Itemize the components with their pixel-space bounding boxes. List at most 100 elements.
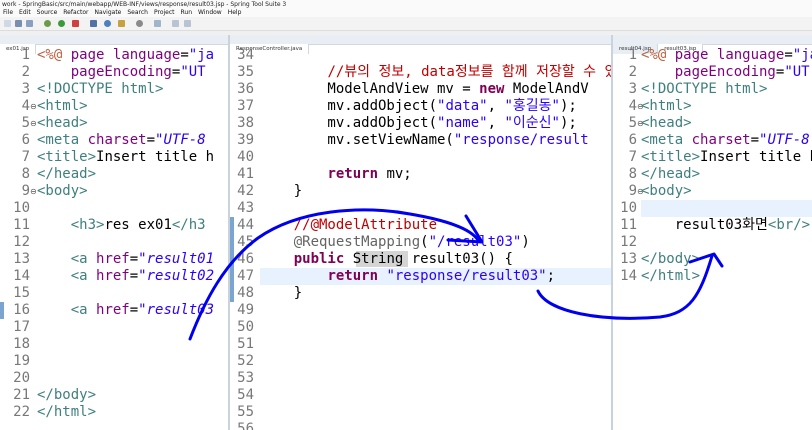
code-line[interactable]: mv.addObject("name", "이순신"); xyxy=(260,115,576,132)
code-line[interactable]: </body> xyxy=(641,251,700,268)
code-line[interactable]: result03화면<br/> xyxy=(641,217,810,234)
line-number: 39 xyxy=(237,132,254,148)
line-number: 44 xyxy=(237,217,254,233)
line-number: 51 xyxy=(237,336,254,352)
menu-item-source[interactable]: Source xyxy=(37,9,58,16)
next-annotation-icon[interactable] xyxy=(154,20,161,27)
window-title: work - SpringBasic/src/main/webapp/WEB-I… xyxy=(0,0,812,9)
save-all-icon[interactable] xyxy=(26,20,33,27)
line-number: 35 xyxy=(237,64,254,80)
code-line[interactable]: <%@ page language="ja xyxy=(37,47,214,64)
code-line[interactable]: <a href="result02 xyxy=(37,268,214,285)
line-number: 6 xyxy=(628,132,637,148)
line-number: 56 xyxy=(237,421,254,430)
menu-item-edit[interactable]: Edit xyxy=(19,9,31,16)
code-line[interactable]: </html> xyxy=(37,404,96,421)
code-editor[interactable]: 1<%@ page language="ja2 pageEncoding="UT… xyxy=(0,47,228,430)
code-line[interactable]: //@ModelAttribute xyxy=(260,217,437,234)
external-tools-icon[interactable] xyxy=(72,20,79,27)
line-number: 7 xyxy=(21,149,30,165)
server-icon[interactable] xyxy=(90,20,97,27)
debug-icon[interactable] xyxy=(44,20,51,27)
menu-item-project[interactable]: Project xyxy=(154,9,175,16)
code-line[interactable]: pageEncoding="UT xyxy=(37,64,206,81)
fold-icon[interactable]: ⊖ xyxy=(30,115,37,132)
line-number: 20 xyxy=(13,370,30,386)
line-number: 49 xyxy=(237,302,254,318)
menu-item-window[interactable]: Window xyxy=(198,9,222,16)
menu-item-search[interactable]: Search xyxy=(127,9,148,16)
menu-item-navigate[interactable]: Navigate xyxy=(94,9,121,16)
code-line[interactable]: pageEncoding="UT xyxy=(641,64,810,81)
code-line[interactable]: <body> xyxy=(641,183,692,200)
code-line[interactable]: </body> xyxy=(37,387,96,404)
line-number: 16 xyxy=(13,302,30,318)
line-number: 12 xyxy=(620,234,637,250)
fold-icon[interactable]: ⊖ xyxy=(30,183,37,200)
code-line[interactable]: <html> xyxy=(37,98,88,115)
code-line[interactable]: <title>Insert title h xyxy=(37,149,214,166)
code-line[interactable]: <meta charset="UTF-8 xyxy=(641,132,810,149)
new-icon[interactable] xyxy=(4,20,11,27)
line-number: 9 xyxy=(21,183,30,199)
line-number: 4 xyxy=(628,98,637,114)
code-line[interactable]: </head> xyxy=(641,166,700,183)
toolbar xyxy=(0,17,812,31)
open-type-icon[interactable] xyxy=(118,20,125,27)
menu-item-help[interactable]: Help xyxy=(228,9,242,16)
run-icon[interactable] xyxy=(58,20,65,27)
fold-icon[interactable]: ⊖ xyxy=(30,98,37,115)
line-number: 19 xyxy=(13,353,30,369)
line-number: 6 xyxy=(21,132,30,148)
code-line[interactable]: mv.addObject("data", "홍길동"); xyxy=(260,98,576,115)
code-editor[interactable]: 1<%@ page language="ja2 pageEncoding="UT… xyxy=(613,47,812,430)
search-icon[interactable] xyxy=(136,20,143,27)
menu-item-refactor[interactable]: Refactor xyxy=(63,9,88,16)
line-number: 2 xyxy=(628,64,637,80)
code-line[interactable]: public String result03() { xyxy=(260,251,513,268)
line-number: 12 xyxy=(13,234,30,250)
code-line[interactable]: return mv; xyxy=(260,166,411,183)
code-line[interactable]: <!DOCTYPE html> xyxy=(37,81,163,98)
code-line[interactable]: ModelAndView mv = new ModelAndV xyxy=(260,81,588,98)
code-line[interactable]: <head> xyxy=(37,115,88,132)
line-number: 38 xyxy=(237,115,254,131)
code-line[interactable]: return "response/result03"; xyxy=(260,268,555,285)
line-number: 8 xyxy=(628,166,637,182)
forward-icon[interactable] xyxy=(184,20,191,27)
code-line[interactable]: <meta charset="UTF-8 xyxy=(37,132,206,149)
save-icon[interactable] xyxy=(15,20,22,27)
line-number: 11 xyxy=(13,217,30,233)
line-number: 7 xyxy=(628,149,637,165)
code-line[interactable]: </html> xyxy=(641,268,700,285)
back-icon[interactable] xyxy=(172,20,179,27)
line-number: 45 xyxy=(237,234,254,250)
line-number: 55 xyxy=(237,404,254,420)
line-number: 5 xyxy=(628,115,637,131)
code-line[interactable]: <title>Insert title h xyxy=(641,149,812,166)
code-line[interactable]: </head> xyxy=(37,166,96,183)
code-line[interactable]: <a href="result01 xyxy=(37,251,214,268)
code-line[interactable]: <h3>res ex01</h3 xyxy=(37,217,206,234)
code-line[interactable]: @RequestMapping("/result03") xyxy=(260,234,530,251)
editor-ex01-jsp[interactable]: ex01.jsp 1 <%@ page language="ja 2 pageEnco… xyxy=(0,35,228,430)
new-java-class-icon[interactable] xyxy=(104,20,111,27)
code-line[interactable]: <body> xyxy=(37,183,88,200)
code-line[interactable]: } xyxy=(260,285,302,302)
code-line[interactable]: mv.setViewName("response/result xyxy=(260,132,588,149)
code-line[interactable]: <!DOCTYPE html> xyxy=(641,81,767,98)
code-line[interactable]: <head> xyxy=(641,115,692,132)
code-line[interactable]: } xyxy=(260,183,302,200)
menu-item-run[interactable]: Run xyxy=(181,9,193,16)
editor-result03-jsp[interactable]: result04.jsp result03.jsp 1 <%@ page langua… xyxy=(613,35,812,430)
line-number: 53 xyxy=(237,370,254,386)
line-number: 9 xyxy=(628,183,637,199)
editor-response-controller[interactable]: ResponseController.java 34 35 //뷰의 정보, dat… xyxy=(230,35,611,430)
code-line[interactable]: <html> xyxy=(641,98,692,115)
code-line[interactable]: <%@ page language="ja xyxy=(641,47,812,64)
line-number: 8 xyxy=(21,166,30,182)
menu-item-file[interactable]: File xyxy=(3,9,13,16)
code-editor[interactable]: 34 35 //뷰의 정보, data정보를 함께 저장할 수 있 36 Model… xyxy=(230,47,611,430)
code-line[interactable]: <a href="result03 xyxy=(37,302,214,319)
code-line[interactable]: //뷰의 정보, data정보를 함께 저장할 수 있 xyxy=(260,64,611,81)
